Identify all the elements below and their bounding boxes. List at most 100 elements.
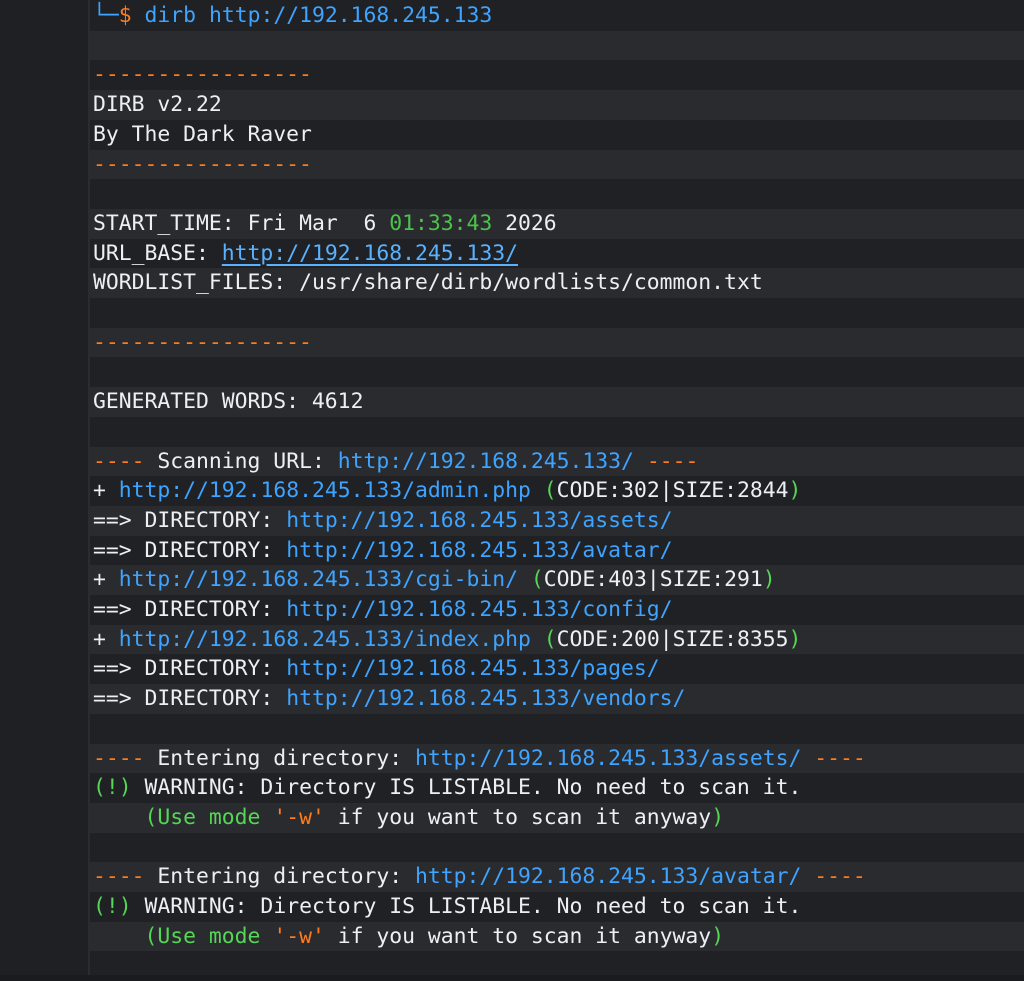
dashes: ---- xyxy=(93,864,145,890)
scan-url[interactable]: http://192.168.245.133/ xyxy=(338,449,634,474)
entering-url[interactable]: http://192.168.245.133/assets/ xyxy=(415,746,801,771)
result-line: ==> DIRECTORY: http://192.168.245.133/pa… xyxy=(90,654,1024,684)
hint-line: (Use mode '-w' if you want to scan it an… xyxy=(90,802,1024,833)
paren-open: ( xyxy=(543,626,557,652)
paren-open: ( xyxy=(530,567,544,593)
result-line: + http://192.168.245.133/cgi-bin/ (CODE:… xyxy=(90,565,1024,595)
rule-text: ----------------- xyxy=(93,151,312,177)
entering-label: Entering directory: xyxy=(157,864,403,890)
result-prefix: ==> DIRECTORY: xyxy=(93,537,274,563)
result-code-size: CODE:302|SIZE:2844 xyxy=(556,478,789,504)
dashes: ---- xyxy=(93,745,145,771)
banner-version: DIRB v2.22 xyxy=(90,90,1024,120)
paren-close: ) xyxy=(788,626,802,652)
entering-url[interactable]: http://192.168.245.133/avatar/ xyxy=(415,864,801,889)
prompt-corner-glyph: └─ xyxy=(93,3,119,28)
command-prompt-line: └─$ dirb http://192.168.245.133 xyxy=(90,1,1024,31)
result-line: + http://192.168.245.133/index.php (CODE… xyxy=(90,624,1024,655)
info-rule: ----------------- xyxy=(90,327,1024,358)
author-text: By The Dark Raver xyxy=(93,121,312,147)
result-prefix: ==> DIRECTORY: xyxy=(93,597,274,622)
hint-line: (Use mode '-w' if you want to scan it an… xyxy=(90,921,1024,952)
version-text: DIRB v2.22 xyxy=(93,92,222,118)
paren-close: ) xyxy=(762,567,776,593)
hint-close: ) xyxy=(711,804,725,830)
prompt-dollar: $ xyxy=(118,3,132,28)
rule-text: ----------------- xyxy=(93,62,312,88)
blank-line xyxy=(90,30,1024,61)
hint-flag: '-w' xyxy=(273,804,325,830)
dashes: ---- xyxy=(814,864,866,890)
result-line: ==> DIRECTORY: http://192.168.245.133/as… xyxy=(90,505,1024,536)
hint-rest: if you want to scan it anyway xyxy=(337,923,712,949)
wordlist-label: WORDLIST_FILES: xyxy=(93,270,287,296)
hint-open: (Use mode xyxy=(144,923,261,949)
warning-mark: (!) xyxy=(93,775,132,801)
entering-dir-line: ---- Entering directory: http://192.168.… xyxy=(90,862,1024,892)
result-line: ==> DIRECTORY: http://192.168.245.133/co… xyxy=(90,595,1024,625)
terminal-output[interactable]: └─$ dirb http://192.168.245.133 --------… xyxy=(90,0,1024,975)
dashes: ---- xyxy=(814,745,866,771)
result-line: ==> DIRECTORY: http://192.168.245.133/ve… xyxy=(90,684,1024,714)
result-line: + http://192.168.245.133/admin.php (CODE… xyxy=(90,476,1024,506)
generated-words-text: GENERATED WORDS: 4612 xyxy=(93,389,364,415)
wordlist-line: WORDLIST_FILES: /usr/share/dirb/wordlist… xyxy=(90,268,1024,298)
warning-line: (!) WARNING: Directory IS LISTABLE. No n… xyxy=(90,773,1024,803)
banner-rule-bottom: ----------------- xyxy=(90,149,1024,180)
command-name: dirb xyxy=(144,3,197,28)
result-url[interactable]: http://192.168.245.133/admin.php xyxy=(119,478,531,503)
hint-flag: '-w' xyxy=(273,923,325,949)
result-code-size: CODE:403|SIZE:291 xyxy=(543,567,763,593)
command-url[interactable]: http://192.168.245.133 xyxy=(209,3,492,28)
url-base-link[interactable]: http://192.168.245.133/ xyxy=(222,241,518,266)
hint-rest: if you want to scan it anyway xyxy=(337,804,712,830)
result-url[interactable]: http://192.168.245.133/cgi-bin/ xyxy=(119,567,518,592)
result-line: ==> DIRECTORY: http://192.168.245.133/av… xyxy=(90,536,1024,566)
banner-author: By The Dark Raver xyxy=(90,120,1024,150)
editor-gutter xyxy=(0,0,90,975)
result-prefix: ==> DIRECTORY: xyxy=(93,686,274,712)
dashes: ---- xyxy=(646,448,699,474)
banner-rule-top: ----------------- xyxy=(90,60,1024,90)
paren-close: ) xyxy=(788,478,802,504)
start-clock: 01:33:43 xyxy=(389,210,493,236)
warning-line: (!) WARNING: Directory IS LISTABLE. No n… xyxy=(90,892,1024,922)
rule-text: ----------------- xyxy=(93,329,312,355)
generated-words-line: GENERATED WORDS: 4612 xyxy=(90,387,1024,417)
hint-close: ) xyxy=(711,923,725,949)
paren-open: ( xyxy=(543,478,557,504)
result-url[interactable]: http://192.168.245.133/assets/ xyxy=(286,508,672,533)
entering-label: Entering directory: xyxy=(157,745,403,771)
scan-label: Scanning URL: xyxy=(157,448,325,474)
result-url[interactable]: http://192.168.245.133/index.php xyxy=(119,627,531,652)
url-base-line: URL_BASE: http://192.168.245.133/ xyxy=(90,239,1024,269)
result-prefix: ==> DIRECTORY: xyxy=(93,656,274,682)
start-date: Fri Mar 6 xyxy=(247,210,377,236)
result-prefix: ==> DIRECTORY: xyxy=(93,507,274,533)
result-url[interactable]: http://192.168.245.133/config/ xyxy=(286,597,672,622)
hint-open: (Use mode xyxy=(144,804,261,830)
warning-mark: (!) xyxy=(93,894,132,919)
result-url[interactable]: http://192.168.245.133/vendors/ xyxy=(286,686,685,711)
start-year: 2026 xyxy=(505,210,557,236)
start-time-line: START_TIME: Fri Mar 6 01:33:43 2026 xyxy=(90,208,1024,239)
warning-text: WARNING: Directory IS LISTABLE. No need … xyxy=(144,894,802,919)
dashes: ---- xyxy=(93,448,145,474)
start-time-label: START_TIME: xyxy=(93,210,235,236)
result-prefix: + xyxy=(93,626,106,652)
scan-header-line: ---- Scanning URL: http://192.168.245.13… xyxy=(90,446,1024,477)
warning-text: WARNING: Directory IS LISTABLE. No need … xyxy=(144,775,802,801)
result-url[interactable]: http://192.168.245.133/pages/ xyxy=(286,656,659,681)
entering-dir-line: ---- Entering directory: http://192.168.… xyxy=(90,743,1024,774)
result-prefix: + xyxy=(93,478,106,504)
result-url[interactable]: http://192.168.245.133/avatar/ xyxy=(286,538,672,563)
url-base-label: URL_BASE: xyxy=(93,240,209,266)
result-prefix: + xyxy=(93,567,106,593)
